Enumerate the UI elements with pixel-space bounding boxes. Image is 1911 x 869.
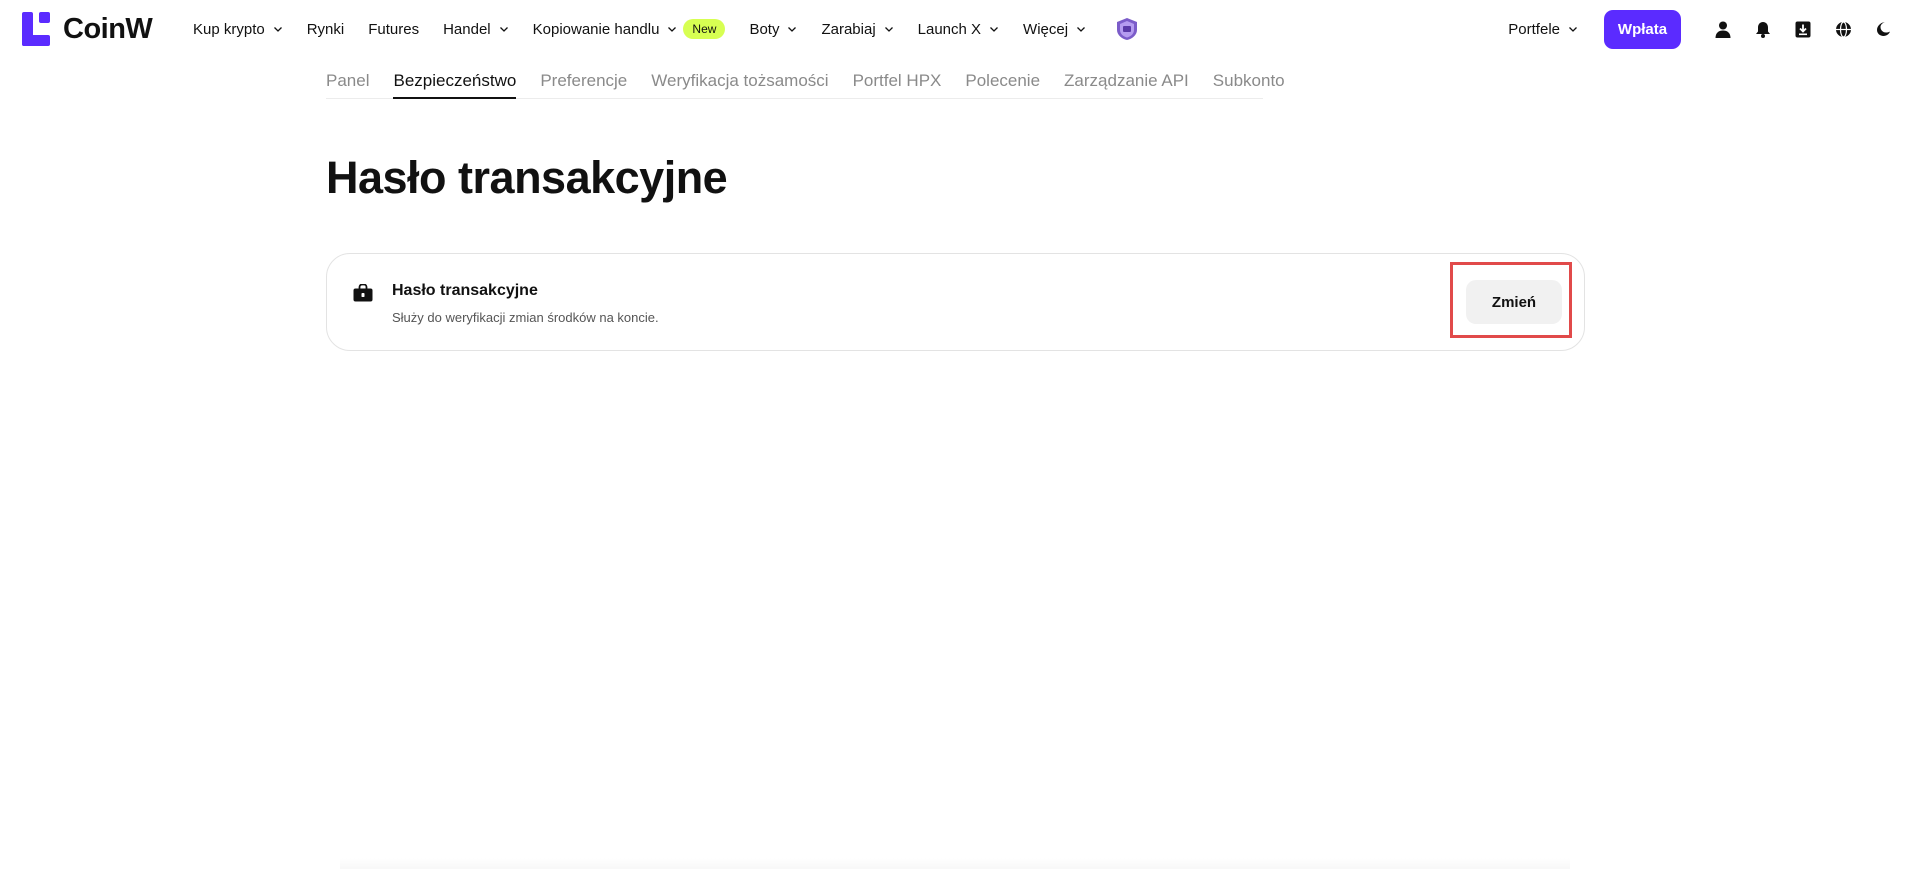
tab-panel[interactable]: Panel (326, 58, 369, 99)
nav-item-label: Kup krypto (193, 20, 265, 38)
change-password-button[interactable]: Zmień (1466, 280, 1562, 324)
nav-item-label: Handel (443, 20, 491, 38)
brand-name: CoinW (63, 12, 153, 45)
nav-item-label: Futures (368, 20, 420, 38)
card-title: Hasło transakcyjne (392, 282, 538, 299)
tab-subkonto[interactable]: Subkonto (1213, 58, 1285, 99)
nav-boty[interactable]: Boty (749, 21, 797, 38)
globe-icon[interactable] (1823, 9, 1863, 49)
bell-icon[interactable] (1743, 9, 1783, 49)
coinw-logo-icon (22, 12, 50, 46)
main-nav: Kup krypto Rynki Futures Handel Kopiowan… (193, 0, 1140, 58)
nav-item-label: Rynki (306, 20, 345, 38)
nav-wiecej[interactable]: Więcej (1023, 21, 1086, 38)
tab-preferencje[interactable]: Preferencje (540, 58, 627, 99)
tab-bezpieczenstwo[interactable]: Bezpieczeństwo (393, 58, 517, 99)
chevron-down-icon (884, 24, 894, 34)
vip-badge-icon[interactable] (1114, 16, 1140, 42)
nav-handel[interactable]: Handel (443, 21, 509, 38)
nav-rynki[interactable]: Rynki (307, 21, 345, 38)
card-description: Służy do weryfikacji zmian środków na ko… (392, 310, 659, 325)
chevron-down-icon (499, 24, 509, 34)
transaction-password-card: Hasło transakcyjne Służy do weryfikacji … (326, 253, 1585, 351)
nav-item-label: Boty (749, 20, 780, 38)
download-icon[interactable] (1783, 9, 1823, 49)
chevron-down-icon (787, 24, 797, 34)
user-icon[interactable] (1703, 9, 1743, 49)
nav-zarabiaj[interactable]: Zarabiaj (821, 21, 893, 38)
tab-zarzadzanie-api[interactable]: Zarządzanie API (1064, 58, 1189, 99)
portfolio-dropdown[interactable]: Portfele (1508, 21, 1578, 38)
chevron-down-icon (273, 24, 283, 34)
chevron-down-icon (667, 24, 677, 34)
account-subnav: Panel Bezpieczeństwo Preferencje Weryfik… (326, 58, 1285, 99)
top-header: CoinW Kup krypto Rynki Futures Handel Ko… (0, 0, 1911, 58)
nav-item-label: Więcej (1023, 20, 1069, 38)
nav-futures[interactable]: Futures (368, 21, 419, 38)
coinw-logo[interactable]: CoinW (22, 12, 153, 46)
nav-launch-x[interactable]: Launch X (918, 21, 999, 38)
nav-item-label: Kopiowanie handlu (532, 20, 660, 38)
tab-polecenie[interactable]: Polecenie (965, 58, 1040, 99)
lock-bag-icon (353, 283, 373, 304)
nav-kup-krypto[interactable]: Kup krypto (193, 21, 283, 38)
deposit-button[interactable]: Wpłata (1604, 9, 1681, 49)
header-actions: Portfele Wpłata (1508, 0, 1911, 58)
nav-item-label: Zarabiaj (821, 20, 876, 38)
new-badge: New (683, 19, 726, 39)
moon-icon[interactable] (1863, 9, 1903, 49)
chevron-down-icon (989, 24, 999, 34)
bottom-fade (340, 858, 1570, 869)
portfolio-label: Portfele (1508, 20, 1560, 38)
chevron-down-icon (1568, 24, 1578, 34)
nav-kopiowanie-handlu[interactable]: Kopiowanie handlu New (533, 19, 726, 39)
chevron-down-icon (1076, 24, 1086, 34)
page-title: Hasło transakcyjne (326, 152, 728, 203)
tab-weryfikacja-tozsamosci[interactable]: Weryfikacja tożsamości (651, 58, 828, 99)
tab-portfel-hpx[interactable]: Portfel HPX (853, 58, 942, 99)
nav-item-label: Launch X (917, 20, 982, 38)
